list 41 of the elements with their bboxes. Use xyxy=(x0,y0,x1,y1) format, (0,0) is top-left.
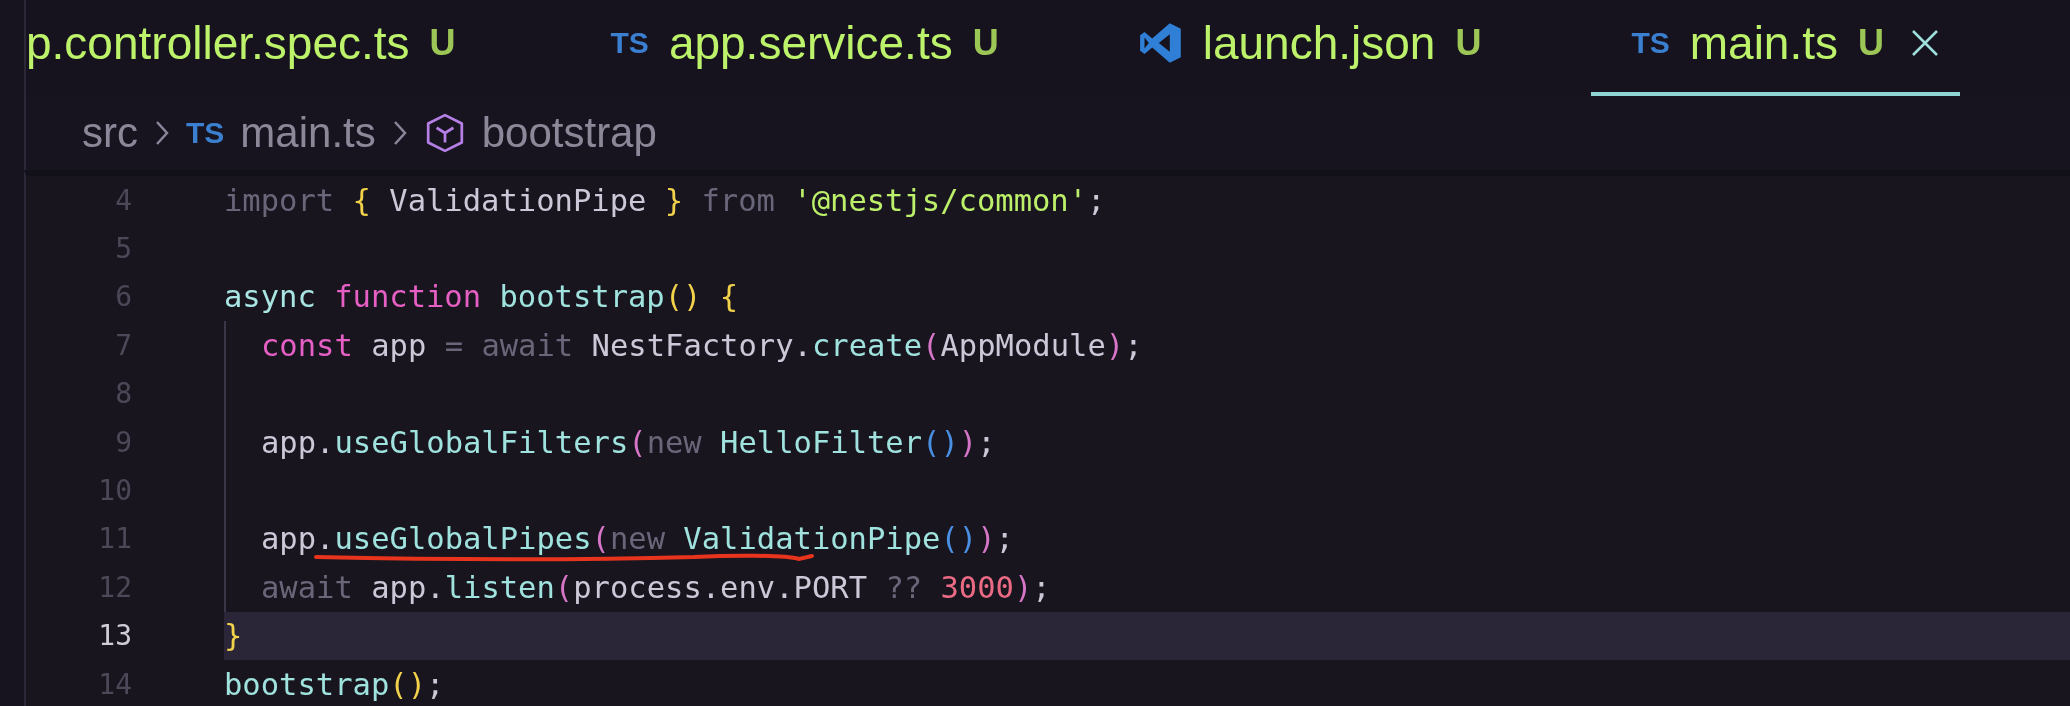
breadcrumb-item[interactable]: bootstrap xyxy=(481,109,657,157)
code-text: async function bootstrap() { xyxy=(224,279,739,315)
line-number: 7 xyxy=(114,328,132,362)
tab-label: app.service.ts xyxy=(668,16,953,70)
typescript-file-icon: TS xyxy=(1631,26,1670,60)
editor-tab[interactable]: TS app.service.ts U xyxy=(570,0,1039,96)
code-text: bootstrap(); xyxy=(224,666,445,702)
tab-label: launch.json xyxy=(1202,16,1436,70)
line-number: 5 xyxy=(114,232,132,266)
untracked-status: U xyxy=(1455,22,1482,64)
line-number: 14 xyxy=(97,667,132,701)
editor-tab[interactable]: TS main.ts U xyxy=(1591,0,1960,96)
line-number: 13 xyxy=(97,619,132,653)
line-number: 9 xyxy=(114,425,132,459)
line-number: 4 xyxy=(114,183,132,217)
tab-label: main.ts xyxy=(1689,16,1838,70)
line-number: 10 xyxy=(97,474,132,508)
code-text: import { ValidationPipe } from '@nestjs/common'; xyxy=(224,182,1106,218)
breadcrumb-item[interactable]: main.ts xyxy=(240,109,376,157)
editor-tab[interactable]: launch.json U xyxy=(1098,0,1522,96)
line-number: 12 xyxy=(97,570,132,604)
tab-label: p.controller.spec.ts xyxy=(26,16,410,70)
chevron-icon xyxy=(391,119,408,147)
ribbon-logo-icon xyxy=(1138,21,1183,65)
untracked-status: U xyxy=(1858,22,1884,64)
breadcrumb-item[interactable]: src xyxy=(82,109,138,157)
untracked-status: U xyxy=(972,22,999,64)
code-text: app.useGlobalFilters(new HelloFilter()); xyxy=(261,424,996,460)
line-number: 8 xyxy=(114,377,132,411)
typescript-file-icon: TS xyxy=(186,116,225,150)
chevron-icon xyxy=(154,119,170,147)
line-number: 11 xyxy=(97,522,132,556)
typescript-file-icon: TS xyxy=(610,26,649,60)
code-text: app.useGlobalPipes(new ValidationPipe()); xyxy=(261,521,1014,557)
close-icon[interactable] xyxy=(1910,28,1940,58)
line-number: 6 xyxy=(114,280,132,314)
code-text: const app = await NestFactory.create(AppModule); xyxy=(261,327,1143,363)
code-text: await app.listen(process.env.PORT ?? 3000); xyxy=(261,569,1051,605)
untracked-status: U xyxy=(429,22,456,64)
editor-tab[interactable]: p.controller.spec.ts U xyxy=(26,0,496,96)
code-text: } xyxy=(224,618,243,654)
